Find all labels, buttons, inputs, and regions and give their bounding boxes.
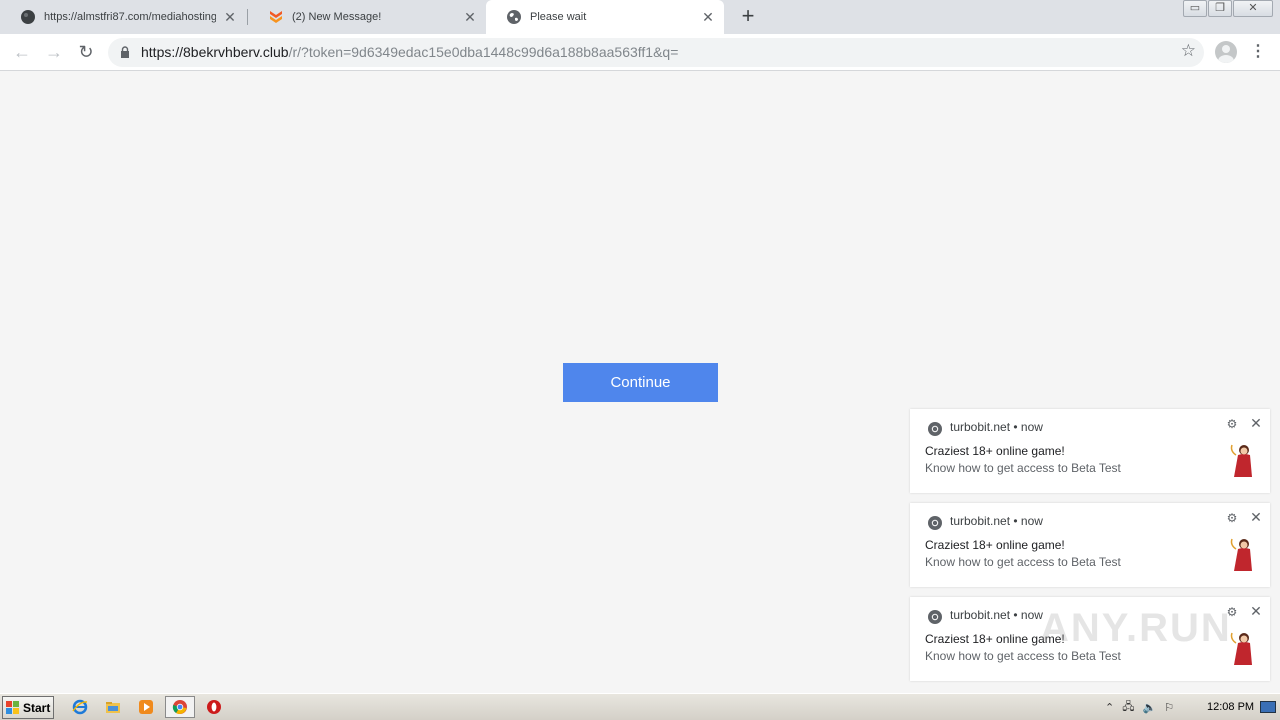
url-text: https://8bekrvhberv.club/r/?token=9d6349… xyxy=(141,44,678,60)
close-icon[interactable]: ✕ xyxy=(1249,416,1263,430)
tab-close-icon[interactable]: ✕ xyxy=(462,9,478,25)
opera-icon[interactable] xyxy=(203,697,225,717)
notification-card[interactable]: turbobit.net • now Craziest 18+ online g… xyxy=(910,503,1270,587)
tab-new-message[interactable]: (2) New Message! ✕ xyxy=(248,0,486,34)
notification-source: turbobit.net • now xyxy=(950,608,1043,622)
network-icon[interactable]: 🖧 xyxy=(1122,698,1134,717)
chrome-icon xyxy=(928,422,942,436)
show-desktop-icon[interactable] xyxy=(1260,701,1276,713)
forward-icon[interactable]: → xyxy=(42,40,66,64)
tab-please-wait[interactable]: Please wait ✕ xyxy=(486,0,724,34)
new-tab-button[interactable]: + xyxy=(736,5,760,29)
action-center-flag-icon[interactable]: ⚐ xyxy=(1164,701,1174,714)
tab-close-icon[interactable]: ✕ xyxy=(700,9,716,25)
notification-source: turbobit.net • now xyxy=(950,514,1043,528)
url-host: https://8bekrvhberv.club xyxy=(141,44,289,60)
tab-title: https://almstfri87.com/mediahosting xyxy=(44,11,216,23)
notification-title: Craziest 18+ online game! xyxy=(925,538,1065,552)
close-icon[interactable]: ✕ xyxy=(1249,604,1263,618)
media-player-icon[interactable] xyxy=(135,697,157,717)
taskbar-clock[interactable]: 12:08 PM xyxy=(1207,701,1254,713)
watermark: ANY.RUN xyxy=(1040,606,1232,650)
notification-body: Know how to get access to Beta Test xyxy=(925,649,1121,663)
profile-avatar-icon[interactable] xyxy=(1215,41,1237,63)
chrome-icon[interactable] xyxy=(165,696,195,718)
reload-icon[interactable]: ↻ xyxy=(74,40,98,64)
address-bar[interactable]: https://8bekrvhberv.club/r/?token=9d6349… xyxy=(108,38,1204,67)
chrome-icon xyxy=(928,516,942,530)
lock-icon xyxy=(121,46,129,58)
stack-orange-icon xyxy=(270,11,282,23)
close-icon[interactable]: ✕ xyxy=(1249,510,1263,524)
restore-button[interactable]: ❐ xyxy=(1208,0,1232,17)
bookmark-star-icon[interactable]: ☆ xyxy=(1181,41,1196,61)
close-window-button[interactable]: ✕ xyxy=(1233,0,1273,17)
url-path: /r/?token=9d6349edac15e0dba1448c99d6a188… xyxy=(288,44,679,60)
tab-title: (2) New Message! xyxy=(292,11,382,23)
notification-source: turbobit.net • now xyxy=(950,420,1043,434)
globe-dark-icon xyxy=(21,10,35,24)
chrome-icon xyxy=(928,610,942,624)
start-button[interactable]: Start xyxy=(2,696,54,719)
taskbar: Start ⌃ 🖧 🔈 ⚐ 12:08 PM xyxy=(0,693,1280,720)
more-menu-icon[interactable]: ⋮ xyxy=(1250,40,1266,64)
settings-gear-icon[interactable]: ⚙ xyxy=(1225,417,1239,431)
tab-strip: https://almstfri87.com/mediahosting ✕ (2… xyxy=(0,0,1280,34)
settings-gear-icon[interactable]: ⚙ xyxy=(1225,511,1239,525)
tab-close-icon[interactable]: ✕ xyxy=(222,9,238,25)
start-label: Start xyxy=(23,700,51,715)
volume-icon[interactable]: 🔈 xyxy=(1142,701,1156,714)
tab-mediahosting[interactable]: https://almstfri87.com/mediahosting ✕ xyxy=(0,0,246,34)
browser-toolbar: ← → ↻ https://8bekrvhberv.club/r/?token=… xyxy=(0,34,1280,71)
back-icon[interactable]: ← xyxy=(10,40,34,64)
notification-body: Know how to get access to Beta Test xyxy=(925,555,1121,569)
tab-title: Please wait xyxy=(530,11,587,23)
notification-image xyxy=(1230,538,1252,571)
ie-icon[interactable] xyxy=(69,697,91,717)
continue-button[interactable]: Continue xyxy=(563,363,718,402)
notification-body: Know how to get access to Beta Test xyxy=(925,461,1121,475)
notification-card[interactable]: turbobit.net • now Craziest 18+ online g… xyxy=(910,409,1270,493)
system-tray: ⌃ 🖧 🔈 ⚐ xyxy=(1105,697,1174,717)
minimize-button[interactable]: ▭ xyxy=(1183,0,1207,17)
windows-flag-icon xyxy=(6,700,19,714)
notification-image xyxy=(1230,444,1252,477)
tray-expand-icon[interactable]: ⌃ xyxy=(1105,701,1114,714)
globe-icon xyxy=(507,10,521,24)
explorer-icon[interactable] xyxy=(102,697,124,717)
notification-title: Craziest 18+ online game! xyxy=(925,444,1065,458)
